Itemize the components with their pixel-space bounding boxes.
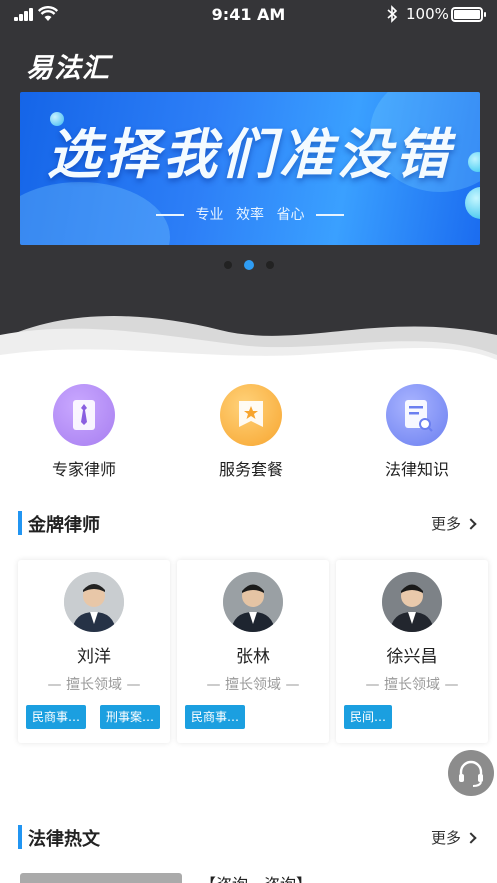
gold-lawyers-header: 金牌律师 更多 — [0, 508, 497, 538]
lawyer-card[interactable]: 张林 — 擅长领域 — 民商事… — [177, 560, 329, 743]
promo-banner[interactable]: 选择我们准没错 专业 效率 省心 — [20, 92, 480, 245]
lawyer-cards: 刘洋 — 擅长领域 — 民商事… 刑事案… 张林 — 擅长领域 — 民商事… 徐… — [14, 560, 497, 745]
star-ticket-icon — [220, 384, 282, 446]
practice-tag[interactable]: 刑事案… — [100, 705, 161, 729]
chevron-right-icon — [465, 518, 477, 530]
section-title: 法律热文 — [28, 829, 100, 850]
lawyer-field-label: — 擅长领域 — — [365, 677, 459, 693]
header-section: 9:41 AM 100% 易法汇 选择我们准没错 专业 效率 省心 — [0, 0, 497, 372]
article-thumbnail[interactable] — [20, 873, 182, 883]
more-articles-link[interactable]: 更多 — [431, 827, 477, 848]
menu-expert-lawyers[interactable]: 专家律师 — [14, 380, 154, 480]
practice-tag[interactable]: 民商事… — [185, 705, 246, 729]
practice-tag[interactable]: 民间… — [344, 705, 393, 729]
section-accent-bar — [18, 825, 22, 849]
lawyer-name: 刘洋 — [77, 647, 111, 667]
menu-label: 专家律师 — [51, 460, 116, 479]
article-title[interactable]: 【咨询、咨询】 — [200, 871, 312, 883]
lawyer-card[interactable]: 刘洋 — 擅长领域 — 民商事… 刑事案… — [18, 560, 170, 743]
menu-service-packages[interactable]: 服务套餐 — [181, 380, 321, 480]
lawyer-name: 张林 — [236, 647, 270, 667]
quick-menu: 专家律师 服务套餐 法律知识 — [0, 380, 497, 480]
customer-service-button[interactable] — [448, 750, 494, 796]
bluetooth-icon — [387, 5, 398, 23]
avatar — [223, 572, 283, 632]
more-lawyers-link[interactable]: 更多 — [431, 513, 477, 534]
section-title: 金牌律师 — [28, 515, 100, 536]
section-accent-bar — [18, 511, 22, 535]
page-dot[interactable] — [265, 261, 274, 269]
headset-icon — [459, 760, 483, 787]
tie-icon — [53, 384, 115, 446]
practice-tag[interactable]: 民商事… — [26, 705, 87, 729]
app-logo: 易法汇 — [26, 53, 110, 84]
menu-legal-knowledge[interactable]: 法律知识 — [347, 380, 487, 480]
banner-headline: 选择我们准没错 — [47, 123, 453, 186]
lawyer-name: 徐兴昌 — [386, 647, 438, 667]
status-bar: 9:41 AM 100% — [0, 0, 497, 30]
page-dot-active[interactable] — [243, 260, 254, 270]
lawyer-card[interactable]: 徐兴昌 — 擅长领域 — 民间… — [336, 560, 488, 743]
menu-label: 法律知识 — [384, 460, 449, 479]
hot-articles-header: 法律热文 更多 — [0, 822, 497, 852]
document-search-icon — [386, 384, 448, 446]
avatar — [382, 572, 442, 632]
chevron-right-icon — [465, 832, 477, 844]
lawyer-field-label: — 擅长领域 — — [47, 677, 141, 693]
banner-tagline: 专业 效率 省心 — [20, 204, 480, 224]
lawyer-field-label: — 擅长领域 — — [206, 677, 300, 693]
page-dot[interactable] — [223, 261, 232, 269]
battery-icon — [451, 7, 486, 22]
avatar — [64, 572, 124, 632]
banner-pagination — [0, 260, 497, 270]
menu-label: 服务套餐 — [218, 460, 283, 479]
wave-divider — [0, 316, 497, 372]
battery-percentage: 100% — [406, 5, 449, 23]
